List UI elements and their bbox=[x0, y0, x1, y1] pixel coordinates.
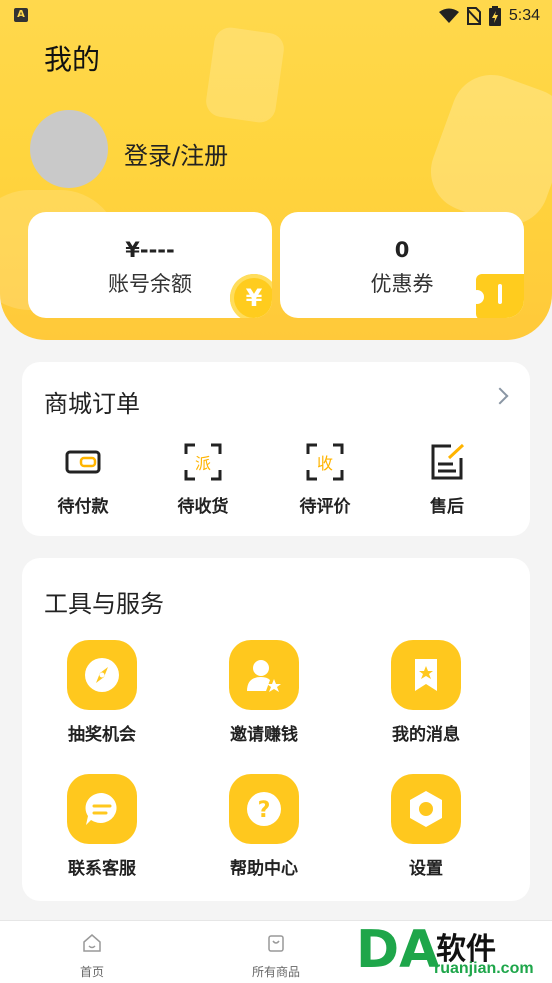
page-title: 我的 bbox=[44, 43, 101, 76]
tool-label: 设置 bbox=[409, 859, 443, 879]
invite-user-icon bbox=[229, 640, 299, 710]
tool-help-center[interactable]: ? 帮助中心 bbox=[204, 774, 324, 879]
chevron-right-icon[interactable] bbox=[491, 387, 509, 405]
order-after-sales[interactable]: 售后 bbox=[402, 442, 492, 517]
avatar[interactable] bbox=[30, 110, 108, 188]
app-notification-icon: A bbox=[14, 8, 28, 22]
tool-label: 邀请赚钱 bbox=[230, 725, 298, 745]
receive-icon: 收 bbox=[306, 443, 344, 481]
tools-services-panel: 工具与服务 抽奖机会 邀请赚钱 我的消息 联系客服 ? 帮助中心 设置 bbox=[22, 558, 530, 901]
nav-home[interactable]: 首页 bbox=[42, 933, 142, 980]
decor-shape bbox=[419, 63, 552, 237]
decor-shape bbox=[204, 25, 286, 125]
order-item-label: 待付款 bbox=[57, 497, 109, 517]
coupon-count: 0 bbox=[394, 238, 410, 262]
status-indicators: 5:34 bbox=[438, 5, 540, 27]
svg-text:?: ? bbox=[258, 798, 271, 823]
wallet-icon bbox=[65, 450, 101, 474]
order-pending-payment[interactable]: 待付款 bbox=[38, 442, 128, 517]
edit-note-icon bbox=[431, 443, 465, 480]
login-register-link[interactable]: 登录/注册 bbox=[124, 136, 228, 171]
wifi-icon bbox=[438, 8, 459, 23]
compass-icon bbox=[67, 640, 137, 710]
svg-text:收: 收 bbox=[317, 454, 333, 473]
home-icon bbox=[83, 934, 101, 952]
dispatch-icon: 派 bbox=[184, 443, 222, 481]
tool-messages[interactable]: 我的消息 bbox=[366, 640, 486, 745]
tool-label: 帮助中心 bbox=[230, 859, 298, 879]
order-item-label: 待评价 bbox=[299, 497, 351, 517]
order-pending-receipt[interactable]: 派 待收货 bbox=[158, 442, 248, 517]
orders-title: 商城订单 bbox=[44, 390, 140, 418]
coin-icon: ¥ bbox=[230, 274, 272, 318]
chat-icon bbox=[67, 774, 137, 844]
tool-customer-service[interactable]: 联系客服 bbox=[42, 774, 162, 879]
ticket-icon bbox=[470, 274, 524, 318]
status-bar: A 5:34 bbox=[0, 0, 552, 32]
tool-label: 抽奖机会 bbox=[68, 725, 136, 745]
svg-text:派: 派 bbox=[195, 454, 211, 473]
coupon-card[interactable]: 0 优惠券 bbox=[280, 212, 524, 318]
tool-label: 联系客服 bbox=[68, 859, 136, 879]
no-sim-icon bbox=[466, 7, 481, 25]
order-pending-review[interactable]: 收 待评价 bbox=[280, 442, 370, 517]
clock: 5:34 bbox=[508, 7, 540, 24]
nav-label: 首页 bbox=[79, 965, 104, 979]
nav-label: 所有商品 bbox=[251, 965, 300, 979]
help-icon: ? bbox=[229, 774, 299, 844]
watermark-logo: DA 软件 ruanjian.com bbox=[348, 922, 552, 983]
tool-settings[interactable]: 设置 bbox=[366, 774, 486, 879]
tools-title: 工具与服务 bbox=[44, 590, 164, 618]
watermark-mark: DA bbox=[356, 920, 440, 980]
balance-value: ¥---- bbox=[125, 238, 175, 262]
tool-lottery[interactable]: 抽奖机会 bbox=[42, 640, 162, 745]
order-item-label: 待收货 bbox=[177, 497, 229, 517]
bookmark-star-icon bbox=[391, 640, 461, 710]
mall-orders-panel: 商城订单 待付款 派 待收货 收 待评价 售后 bbox=[22, 362, 530, 536]
battery-icon bbox=[488, 6, 501, 26]
settings-icon bbox=[391, 774, 461, 844]
order-item-label: 售后 bbox=[430, 497, 464, 517]
account-balance-card[interactable]: ¥---- 账号余额 ¥ bbox=[28, 212, 272, 318]
tool-label: 我的消息 bbox=[392, 725, 460, 745]
watermark-url: ruanjian.com bbox=[434, 960, 534, 977]
bag-icon bbox=[268, 935, 284, 952]
nav-all-products[interactable]: 所有商品 bbox=[226, 933, 326, 980]
tool-invite[interactable]: 邀请赚钱 bbox=[204, 640, 324, 745]
